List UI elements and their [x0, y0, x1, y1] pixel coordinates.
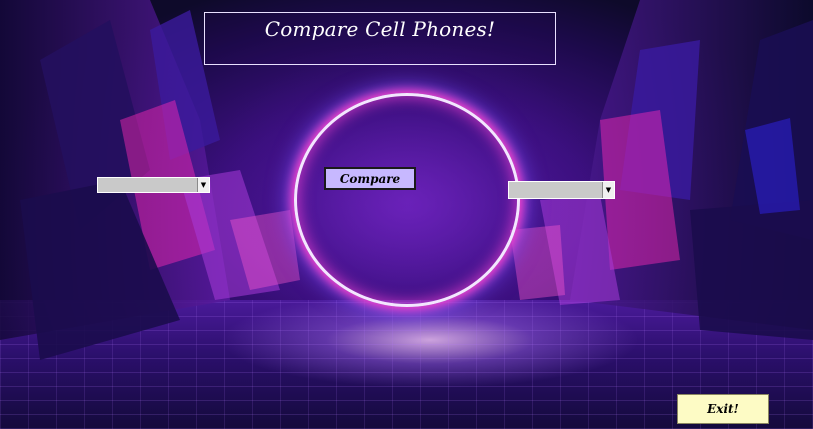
neon-ring	[294, 93, 520, 307]
chevron-down-icon[interactable]: ▼	[197, 178, 209, 192]
left-phone-select[interactable]: ▼	[97, 177, 210, 193]
right-phone-select-value	[509, 182, 602, 198]
left-phone-select-value	[98, 178, 197, 192]
worksheet-canvas: Compare Cell Phones! ▼ Compare ▼ Exit!	[0, 0, 813, 429]
title-banner: Compare Cell Phones!	[204, 12, 556, 65]
exit-button[interactable]: Exit!	[677, 394, 769, 424]
chevron-down-icon[interactable]: ▼	[602, 182, 614, 198]
page-title: Compare Cell Phones!	[264, 17, 496, 41]
compare-button[interactable]: Compare	[324, 167, 416, 190]
right-phone-select[interactable]: ▼	[508, 181, 615, 199]
